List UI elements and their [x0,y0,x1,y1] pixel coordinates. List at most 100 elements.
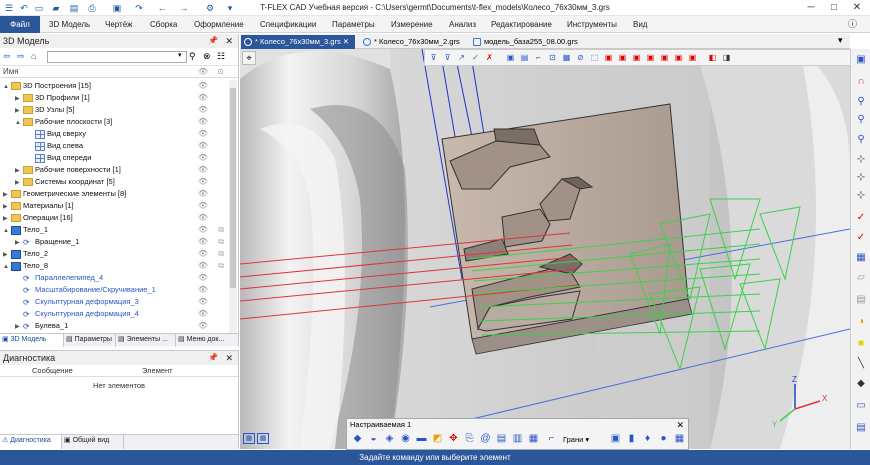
doc-tab-active[interactable]: * Колесо_76х30мм_3.grs ✕ [241,35,355,49]
faces-dropdown[interactable]: Грани ▾ [563,433,589,446]
cube-icon[interactable]: ▣ [609,432,622,446]
copy-icon[interactable]: ⧉ [218,224,224,236]
tree-item[interactable]: ▶ Геометрические элементы [8] [3,188,126,200]
visibility-eye-icon[interactable]: 👁 [198,272,208,284]
tab-general-view[interactable]: ▣ Общий вид [62,435,124,449]
visibility-eye-icon[interactable]: 👁 [198,320,208,332]
cancel-icon[interactable]: ✗ [484,52,495,63]
visibility-eye-icon[interactable]: 👁 [198,104,208,116]
close-tab-icon[interactable]: ✕ [343,37,349,46]
select-icon[interactable]: ⊽ [442,52,453,63]
view-settings-icon[interactable]: ⌖ [242,51,256,65]
help-icon[interactable]: ⓘ [848,16,857,33]
shell-icon[interactable]: ▥ [511,432,524,446]
visibility-eye-icon[interactable]: 👁 [198,284,208,296]
menu-parameters[interactable]: Параметры [332,16,375,33]
forward-arrow-icon[interactable]: ⇨ [17,51,25,62]
menu-tools[interactable]: Инструменты [567,16,617,33]
visibility-eye-icon[interactable]: 👁 [198,164,208,176]
minimize-icon[interactable]: ─ [800,1,822,15]
tab-elements[interactable]: ▤ Элементы ... [116,334,176,347]
tree-item[interactable]: ▲ 3D Построения [15] [3,80,91,92]
magnet-icon[interactable]: ∩ [854,75,868,89]
pipe-icon[interactable]: ▬ [415,432,428,446]
tree-item[interactable]: ▲ Тело_8 [3,260,48,272]
home-icon[interactable]: ⌂ [31,51,36,61]
visibility-eye-icon[interactable]: 👁 [198,212,208,224]
tree-item[interactable]: ⟳ Параллелепипед_4 [15,272,103,284]
tree-item[interactable]: ▶ 3D Профили [1] [15,92,90,104]
copy-icon[interactable]: ⧉ [218,248,224,260]
view-options-icon[interactable]: ◨ [721,52,732,63]
pin-icon[interactable]: 📌 [208,351,218,365]
rotation-icon[interactable]: ◒ [367,432,380,446]
menu-editing[interactable]: Редактирование [491,16,552,33]
search-icon[interactable]: ⚲ [189,51,196,62]
menu-measurement[interactable]: Измерение [391,16,433,33]
maximize-icon[interactable]: □ [823,1,845,15]
check-red-icon[interactable]: ✓ [854,211,868,225]
filter-icon[interactable]: ⊽ [428,52,439,63]
tree-item[interactable]: ▶ 3D Узлы [5] [15,104,75,116]
model-view[interactable]: Z X Y [240,49,850,449]
tree-item[interactable]: ▶ ⟳ Вращение_1 [15,236,79,248]
close-panel-icon[interactable]: ✕ [225,351,233,365]
menu-analysis[interactable]: Анализ [449,16,476,33]
layer-icon[interactable]: ▤ [854,293,868,307]
tree-item[interactable]: ▶ Системы координат [5] [15,176,115,188]
fillet-icon[interactable]: ⌐ [545,432,558,446]
cube-red-icon[interactable]: ▣ [617,52,628,63]
copy-icon[interactable]: ⧉ [218,236,224,248]
line-icon[interactable]: ╲ [854,357,868,371]
spiral-icon[interactable]: @ [479,432,492,446]
search-field[interactable] [47,51,187,63]
section-icon[interactable]: ◑ [854,315,868,329]
arrow-icon[interactable]: ↗ [456,52,467,63]
drop-icon[interactable]: ♦ [641,432,654,446]
menu-specifications[interactable]: Спецификации [260,16,316,33]
sweep-icon[interactable]: ◉ [399,432,412,446]
tab-3d-model[interactable]: ▣ 3D Модель [0,334,64,347]
tab-doc-menu[interactable]: ▤ Меню док... [176,334,239,347]
visibility-eye-icon[interactable]: 👁 [198,152,208,164]
tree-item[interactable]: ⟳ Скульптурная деформация_3 [15,296,139,308]
visibility-eye-icon[interactable]: 👁 [198,224,208,236]
cube-red-icon[interactable]: ▣ [673,52,684,63]
close-panel-icon[interactable]: ✕ [225,34,233,48]
zoom-all-icon[interactable]: ⚲ [854,133,868,147]
check-icon[interactable]: ✓ [470,52,481,63]
expand-toggle-icon[interactable]: ▲ [3,261,11,273]
copy-icon[interactable]: ⧉ [218,260,224,272]
tree-item[interactable]: ⟳ Скульптурная деформация_4 [15,308,139,320]
visibility-eye-icon[interactable]: 👁 [198,128,208,140]
thicken-icon[interactable]: ▦ [527,432,540,446]
back-arrow-icon[interactable]: ⇦ [3,51,11,62]
tree-item[interactable]: ▶ ⟳ Булева_1 [15,320,68,332]
expand-toggle-icon[interactable]: ▲ [3,81,11,93]
tree-item[interactable]: ▶ Рабочие поверхности [1] [15,164,121,176]
tab-parameters[interactable]: ▤ Параметры [64,334,116,347]
cube-red-icon[interactable]: ▣ [659,52,670,63]
grid-icon[interactable]: ▦ [854,251,868,265]
visibility-eye-icon[interactable]: 👁 [198,176,208,188]
boolean-icon[interactable]: ◩ [431,432,444,446]
tree-scrollbar[interactable] [229,80,237,333]
tabs-menu-icon[interactable]: ▾ [838,35,843,46]
layout-icon[interactable]: ▦ [243,433,255,444]
display-icon[interactable]: ▭ [854,399,868,413]
visibility-eye-icon[interactable]: 👁 [198,188,208,200]
menu-3d-model[interactable]: 3D Модель [49,16,90,33]
visibility-eye-icon[interactable]: 👁 [198,236,208,248]
tree-item[interactable]: Вид сверху [27,128,86,140]
visibility-eye-icon[interactable]: 👁 [198,116,208,128]
tree-item[interactable]: ▶ Тело_2 [3,248,48,260]
zoom-window-icon[interactable]: ⚲ [854,113,868,127]
close-icon[interactable]: ✕ [846,1,868,15]
tree-item[interactable]: ▶ Материалы [1] [3,200,74,212]
angle-icon[interactable]: ⊹ [854,189,868,203]
visibility-eye-icon[interactable]: 👁 [198,296,208,308]
cube-red-icon[interactable]: ▣ [603,52,614,63]
visibility-eye-icon[interactable]: 👁 [198,140,208,152]
menu-assembly[interactable]: Сборка [150,16,177,33]
export-icon[interactable]: ▤ [854,421,868,435]
